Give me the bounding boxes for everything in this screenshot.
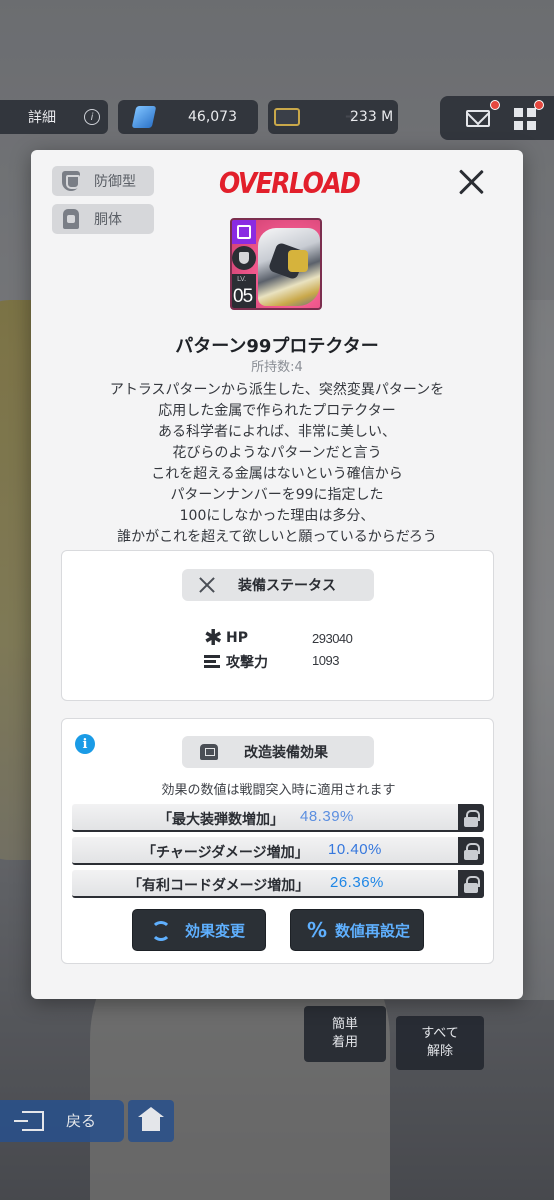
- equipment-detail-modal: 防御型 胴体 OVERLOAD LV. 05 パターン99プロテクター 所持数:…: [31, 150, 523, 999]
- effect-row: 「最大装弾数増加」 48.39%: [72, 804, 484, 832]
- stats-header: 装備ステータス: [182, 569, 374, 601]
- stat-row-hp: ✱ HP 293040: [204, 626, 404, 651]
- top-bar: 詳細 i 46,073 + 233 M: [0, 96, 554, 140]
- quick-equip-label: 簡単: [331, 1017, 358, 1032]
- top-menu: [440, 96, 554, 140]
- refresh-icon: [151, 921, 171, 941]
- menu-grid-icon[interactable]: [514, 108, 536, 130]
- attack-icon: [204, 655, 220, 669]
- percent-icon: %: [307, 918, 328, 942]
- effects-header: 改造装備効果: [182, 736, 374, 768]
- equipment-part-label: 胴体: [94, 212, 122, 228]
- remove-all-label: 解除: [426, 1044, 453, 1059]
- description-line: 100にしなかった理由は多分、: [179, 508, 375, 524]
- effect-name: 「最大装弾数増加」: [158, 812, 284, 828]
- close-icon[interactable]: [455, 166, 487, 198]
- equipment-card: LV. 05: [230, 218, 322, 310]
- overload-rank-icon: [232, 220, 256, 244]
- equipment-type-tag: 防御型: [52, 166, 154, 196]
- mail-icon[interactable]: [466, 110, 490, 127]
- remove-all-label: すべて: [421, 1026, 459, 1041]
- back-button[interactable]: 戻る: [0, 1100, 124, 1142]
- overload-logo: OVERLOAD: [219, 166, 361, 201]
- item-description: アトラスパターンから派生した、突然変異パターンを 応用した金属で作られたプロテク…: [31, 380, 523, 548]
- defense-class-icon: [232, 246, 256, 270]
- equipment-image-detail: [288, 250, 308, 272]
- hp-icon: ✱: [204, 626, 223, 651]
- owned-count: 所持数:4: [251, 360, 303, 375]
- hp-label: HP: [226, 630, 248, 646]
- effect-row: 「チャージダメージ増加」 10.40%: [72, 837, 484, 865]
- credit-counter: 233 M: [268, 100, 398, 134]
- quick-equip-button[interactable]: 簡単 着用: [304, 1006, 386, 1062]
- home-icon: [138, 1107, 164, 1131]
- effect-value: 48.39%: [300, 808, 354, 825]
- effect-name: 「有利コードダメージ増加」: [128, 878, 310, 894]
- level-label: LV.: [237, 275, 247, 283]
- lock-icon[interactable]: [458, 870, 484, 898]
- description-line: 花びらのようなパターンだと言う: [172, 445, 382, 461]
- effect-value: 10.40%: [328, 841, 382, 858]
- back-icon: [14, 1111, 44, 1131]
- crossed-swords-icon: [198, 576, 216, 594]
- info-icon[interactable]: i: [75, 734, 95, 754]
- change-effect-label: 効果変更: [185, 921, 246, 940]
- effect-name: 「チャージダメージ増加」: [142, 845, 309, 861]
- description-line: 誰かがこれを超えて欲しいと願っているからだろう: [117, 529, 437, 545]
- description-line: アトラスパターンから派生した、突然変異パターンを: [109, 382, 445, 398]
- effects-header-label: 改造装備効果: [244, 745, 328, 761]
- effects-note: 効果の数値は戦闘突入時に適用されます: [161, 783, 396, 798]
- attack-value: 1093: [312, 653, 339, 668]
- credit-icon: [274, 108, 300, 126]
- detail-button[interactable]: 詳細 i: [0, 100, 108, 134]
- remove-all-button[interactable]: すべて 解除: [396, 1016, 484, 1070]
- equipment-part-tag: 胴体: [52, 204, 154, 234]
- shield-icon: [62, 171, 80, 191]
- description-line: これを超える金属はないという確信から: [151, 466, 403, 482]
- stats-header-label: 装備ステータス: [238, 578, 336, 594]
- equipment-stats-panel: 装備ステータス ✱ HP 293040 攻撃力 1093: [61, 550, 494, 701]
- info-icon[interactable]: i: [84, 109, 100, 125]
- equipment-type-label: 防御型: [94, 174, 136, 190]
- gem-icon: [131, 106, 157, 128]
- reset-values-label: 数値再設定: [335, 921, 411, 940]
- hp-value: 293040: [312, 631, 353, 646]
- menu-notification-dot: [534, 100, 544, 110]
- lock-icon[interactable]: [458, 837, 484, 865]
- description-line: パターンナンバーを99に指定した: [170, 487, 384, 503]
- stat-row-attack: 攻撃力 1093: [204, 652, 404, 672]
- effect-value: 26.36%: [330, 874, 384, 891]
- description-line: ある科学者によれば、非常に美しい、: [158, 424, 396, 440]
- item-name: パターン99プロテクター: [175, 336, 379, 357]
- effect-row: 「有利コードダメージ増加」 26.36%: [72, 870, 484, 898]
- change-effect-button[interactable]: 効果変更: [132, 909, 266, 951]
- detail-label: 詳細: [28, 110, 56, 126]
- back-label: 戻る: [66, 1112, 97, 1130]
- lock-icon[interactable]: [458, 804, 484, 832]
- credit-amount: 233 M: [350, 109, 394, 125]
- mail-notification-dot: [490, 100, 500, 110]
- torso-icon: [63, 209, 79, 229]
- quick-equip-label: 着用: [331, 1035, 358, 1050]
- mod-effects-panel: i 改造装備効果 効果の数値は戦闘突入時に適用されます 「最大装弾数増加」 48…: [61, 718, 494, 964]
- level-badge: LV. 05: [232, 274, 256, 308]
- attack-label: 攻撃力: [226, 655, 268, 671]
- reset-values-button[interactable]: % 数値再設定: [290, 909, 424, 951]
- mod-equipment-icon: [200, 744, 218, 760]
- description-line: 応用した金属で作られたプロテクター: [158, 403, 396, 419]
- home-button[interactable]: [128, 1100, 174, 1142]
- gem-counter: 46,073 +: [118, 100, 359, 134]
- gem-amount: 46,073: [188, 109, 237, 125]
- level-number: 05: [233, 286, 253, 307]
